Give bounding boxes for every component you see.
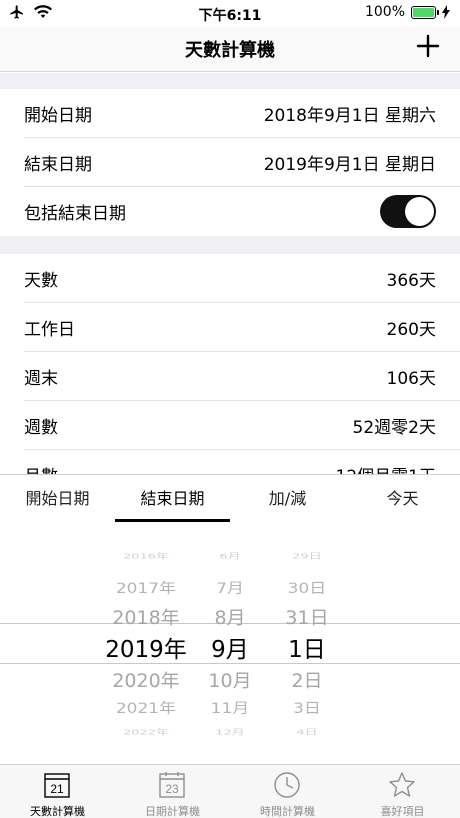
start-date-value: 2018年9月1日 星期六 — [263, 106, 436, 126]
result-value: 366天 — [386, 271, 436, 291]
day-wheel-selected: 1日 — [288, 637, 326, 663]
month-wheel-selected: 9月 — [211, 637, 249, 663]
tab-add-subtract[interactable]: 加/減 — [230, 475, 345, 525]
clock-icon — [274, 772, 300, 798]
tabbar-item-favorites[interactable]: 喜好項目 — [345, 765, 460, 818]
end-date-label: 結束日期 — [24, 155, 92, 175]
day-wheel-option: 3日 — [293, 700, 321, 718]
plus-icon — [416, 34, 440, 58]
month-wheel[interactable]: 6月 7月 8月 9月 10月 11月 12月 — [200, 524, 260, 764]
month-wheel-option: 11月 — [210, 700, 250, 718]
day-wheel-option: 31日 — [285, 607, 329, 629]
day-wheel-option: 4日 — [296, 728, 318, 737]
add-button[interactable] — [414, 32, 442, 60]
year-wheel-selected: 2019年 — [105, 637, 187, 663]
year-wheel-option: 2016年 — [122, 552, 170, 561]
section-gap — [0, 236, 460, 254]
end-date-row[interactable]: 結束日期 2019年9月1日 星期日 — [0, 138, 460, 187]
include-end-toggle[interactable] — [380, 195, 436, 228]
month-wheel-option: 12月 — [215, 728, 245, 737]
start-date-label: 開始日期 — [24, 106, 92, 126]
calendar-23-icon: 23 — [159, 772, 185, 798]
status-bar: 下午6:11 100% — [0, 0, 460, 26]
selected-tab-indicator — [115, 519, 230, 522]
month-wheel-option: 7月 — [216, 580, 244, 598]
result-row-weeks: 週數 52週零2天 — [0, 401, 460, 450]
tab-start-date[interactable]: 開始日期 — [0, 475, 115, 525]
end-date-value: 2019年9月1日 星期日 — [263, 155, 436, 175]
results-list: 天數 366天 工作日 260天 週末 106天 週數 52週零2天 月數 12… — [0, 254, 460, 475]
result-value: 52週零2天 — [352, 418, 436, 438]
include-end-label: 包括結束日期 — [24, 204, 126, 224]
month-wheel-option: 6月 — [219, 552, 241, 561]
day-wheel-option: 2日 — [291, 670, 323, 692]
result-label: 工作日 — [24, 320, 75, 340]
tabbar-item-date-calculator[interactable]: 23 日期計算機 — [115, 765, 230, 818]
day-wheel-option: 30日 — [287, 580, 327, 598]
battery-percent: 100% — [364, 4, 405, 20]
star-icon — [389, 772, 415, 797]
tabbar-label: 時間計算機 — [260, 805, 315, 818]
tab-end-date[interactable]: 結束日期 — [115, 475, 230, 525]
year-wheel[interactable]: 2016年 2017年 2018年 2019年 2020年 2021年 2022年 — [92, 524, 200, 764]
calendar-21-icon: 21 — [44, 773, 70, 798]
tabbar-item-days-calculator[interactable]: 21 天數計算機 — [0, 765, 115, 818]
year-wheel-option: 2021年 — [115, 700, 177, 718]
year-wheel-option: 2018年 — [112, 607, 180, 629]
year-wheel-option: 2022年 — [122, 728, 170, 737]
day-wheel-option: 29日 — [292, 552, 322, 561]
result-label: 週數 — [24, 418, 58, 438]
tabbar-item-time-calculator[interactable]: 時間計算機 — [230, 765, 345, 818]
result-value: 260天 — [386, 320, 436, 340]
date-mode-tabs: 開始日期 結束日期 加/減 今天 — [0, 474, 460, 524]
svg-text:23: 23 — [165, 782, 179, 796]
tab-today[interactable]: 今天 — [345, 475, 460, 525]
result-row-days: 天數 366天 — [0, 254, 460, 303]
month-wheel-option: 8月 — [214, 607, 246, 629]
date-picker: 2016年 2017年 2018年 2019年 2020年 2021年 2022年 6月 7月… — [0, 524, 460, 764]
navigation-bar: 天數計算機 — [0, 26, 460, 72]
date-section: 開始日期 2018年9月1日 星期六 結束日期 2019年9月1日 星期日 包括… — [0, 89, 460, 236]
year-wheel-option: 2020年 — [112, 670, 180, 692]
tabbar-label: 日期計算機 — [145, 805, 200, 818]
include-end-row: 包括結束日期 — [0, 187, 460, 236]
result-label: 週末 — [24, 369, 58, 389]
month-wheel-option: 10月 — [208, 670, 252, 692]
svg-text:21: 21 — [50, 782, 64, 796]
result-row-workdays: 工作日 260天 — [0, 303, 460, 352]
year-wheel-option: 2017年 — [115, 580, 177, 598]
tabbar-label: 天數計算機 — [30, 805, 85, 818]
start-date-row[interactable]: 開始日期 2018年9月1日 星期六 — [0, 89, 460, 138]
tabbar-label: 喜好項目 — [380, 805, 425, 818]
result-row-weekends: 週末 106天 — [0, 352, 460, 401]
page-title: 天數計算機 — [185, 40, 275, 61]
day-wheel[interactable]: 29日 30日 31日 1日 2日 3日 4日 — [272, 524, 342, 764]
section-gap — [0, 73, 460, 89]
status-right: 100% — [365, 4, 450, 20]
charging-bolt-icon — [442, 5, 450, 19]
result-row-months: 月數 12個月零1天 — [0, 450, 460, 475]
result-value: 106天 — [386, 369, 436, 389]
result-label: 天數 — [24, 271, 58, 291]
battery-icon — [411, 5, 439, 19]
tab-bar: 21 天數計算機 23 日期計算機 時間計算機 喜好項目 — [0, 764, 460, 818]
